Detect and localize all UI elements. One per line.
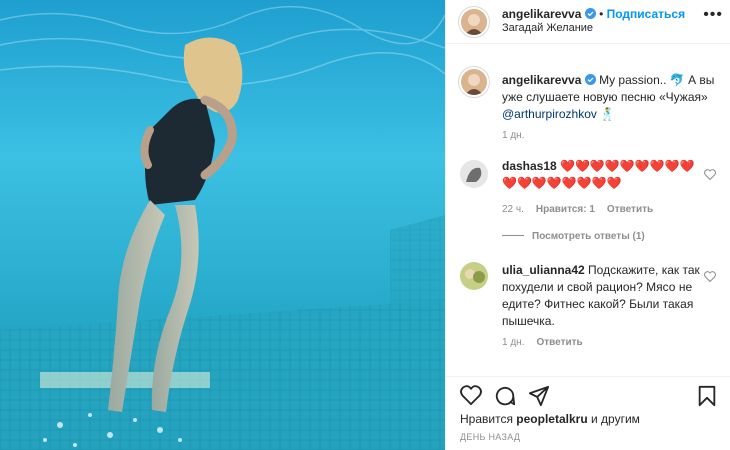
replies-line <box>502 235 524 236</box>
header-username[interactable]: angelikarevva <box>502 7 581 21</box>
post-side-panel: angelikarevva • Подписаться Загадай Жела… <box>445 0 730 450</box>
comment-time[interactable]: 1 дн. <box>502 337 524 348</box>
figure-emoji-icon: 🕺 <box>600 107 616 121</box>
likes-suffix[interactable]: и другим <box>591 412 640 426</box>
comment-icon[interactable] <box>494 385 516 407</box>
bookmark-icon[interactable] <box>697 385 717 407</box>
post-caption: angelikarevva My passion.. 🐬 А вы уже сл… <box>502 72 724 123</box>
share-icon[interactable] <box>528 385 550 407</box>
underwater-photo <box>0 0 445 450</box>
comment-meta: 1 дн. Ответить <box>502 337 583 348</box>
caption-avatar[interactable] <box>461 69 487 95</box>
caption-text-1: My passion.. <box>599 73 670 87</box>
caption-avatar-image <box>461 69 487 95</box>
post-header: angelikarevva • Подписаться Загадай Жела… <box>446 0 730 44</box>
dolphin-emoji-icon: 🐬 <box>669 73 685 87</box>
caption-username[interactable]: angelikarevva <box>502 73 581 87</box>
comment-username[interactable]: dashas18 <box>502 159 557 173</box>
separator-dot: • <box>599 7 604 21</box>
header-user-line: angelikarevva • Подписаться <box>502 7 685 21</box>
likes-summary: Нравится peopletalkru и другим <box>460 412 640 426</box>
comment-avatar-image <box>460 160 488 188</box>
location-label[interactable]: Загадай Желание <box>502 22 593 34</box>
verified-badge-icon <box>584 74 596 85</box>
post-photo[interactable] <box>0 0 445 450</box>
comment-username[interactable]: ulia_ulianna42 <box>502 263 585 277</box>
likes-user-link[interactable]: peopletalkru <box>516 412 587 426</box>
avatar-image <box>461 9 487 35</box>
likes-prefix: Нравится <box>460 412 513 426</box>
comment-avatar[interactable] <box>460 262 488 290</box>
comment-like-heart-icon[interactable] <box>704 169 716 180</box>
comment-like-heart-icon[interactable] <box>704 271 716 282</box>
comment-item: dashas18 ❤️❤️❤️❤️❤️❤️❤️❤️❤️❤️❤️❤️❤️❤️❤️❤… <box>502 158 707 192</box>
avatar[interactable] <box>461 9 487 35</box>
instagram-post: angelikarevva • Подписаться Загадай Жела… <box>0 0 730 450</box>
comment-reply-button[interactable]: Ответить <box>607 204 653 215</box>
comment-avatar[interactable] <box>460 160 488 188</box>
comment-meta: 22 ч. Нравится: 1 Ответить <box>502 204 653 215</box>
verified-badge-icon <box>584 8 596 19</box>
more-icon[interactable]: ••• <box>703 6 723 24</box>
comment-reply-button[interactable]: Ответить <box>536 337 582 348</box>
mention-link[interactable]: @arthurpirozhkov <box>502 107 597 121</box>
comment-likes-count[interactable]: Нравится: 1 <box>536 204 595 215</box>
view-replies[interactable]: Посмотреть ответы (1) <box>502 231 645 242</box>
post-date[interactable]: ДЕНЬ НАЗАД <box>460 432 520 442</box>
caption-time[interactable]: 1 дн. <box>502 130 524 141</box>
post-actions: Нравится peopletalkru и другим ДЕНЬ НАЗА… <box>446 376 730 450</box>
heart-icon[interactable] <box>460 385 482 405</box>
view-replies-label: Посмотреть ответы (1) <box>532 231 645 242</box>
comment-avatar-image <box>460 262 488 290</box>
comment-time[interactable]: 22 ч. <box>502 204 524 215</box>
comment-item: ulia_ulianna42 Подскажите, как так похуд… <box>502 262 712 330</box>
follow-button[interactable]: Подписаться <box>607 7 685 21</box>
